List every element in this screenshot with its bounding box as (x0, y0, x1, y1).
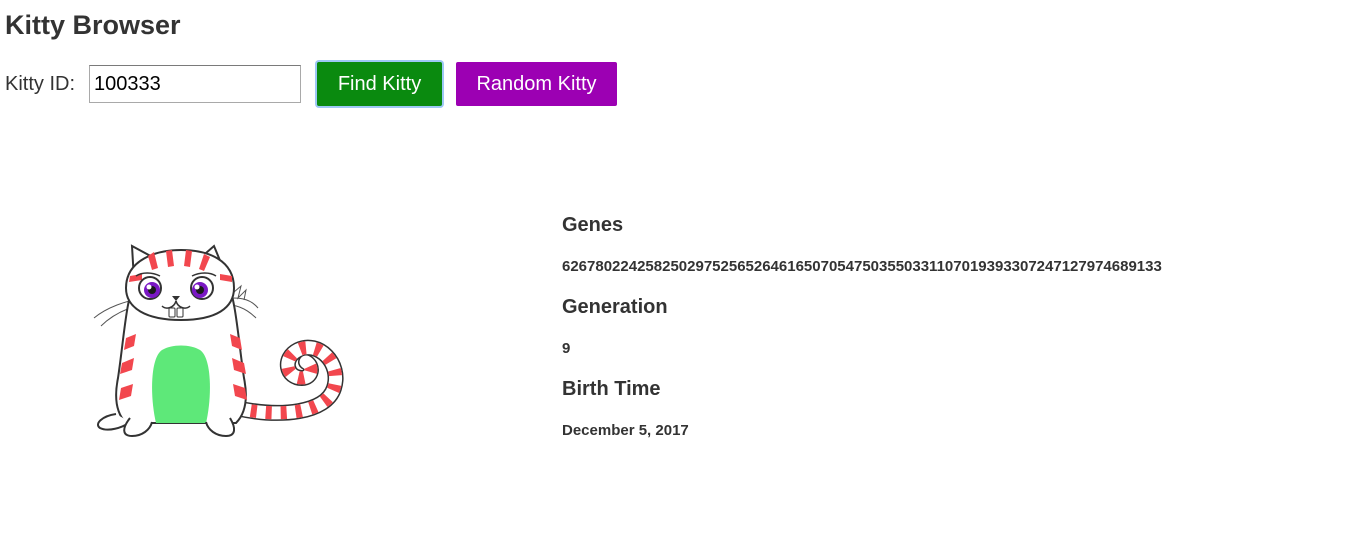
app-root: Kitty Browser Kitty ID: Find Kitty Rando… (0, 0, 1353, 547)
search-row: Kitty ID: Find Kitty Random Kitty (5, 62, 618, 106)
birth-time-value: December 5, 2017 (562, 422, 689, 439)
birth-time-heading: Birth Time (562, 378, 661, 400)
generation-heading: Generation (562, 296, 668, 318)
kitty-belly (152, 345, 210, 423)
generation-value: 9 (562, 340, 571, 357)
kitty-tail (228, 339, 344, 421)
kitty-image (93, 244, 344, 438)
kitty-id-label: Kitty ID: (5, 72, 76, 95)
random-kitty-button[interactable]: Random Kitty (456, 62, 618, 106)
page-title: Kitty Browser (5, 10, 181, 40)
genes-value: 6267802242582502975256526461650705475035… (562, 258, 1162, 275)
find-kitty-button[interactable]: Find Kitty (317, 62, 443, 106)
kitty-id-input[interactable] (89, 65, 302, 103)
genes-heading: Genes (562, 214, 624, 236)
